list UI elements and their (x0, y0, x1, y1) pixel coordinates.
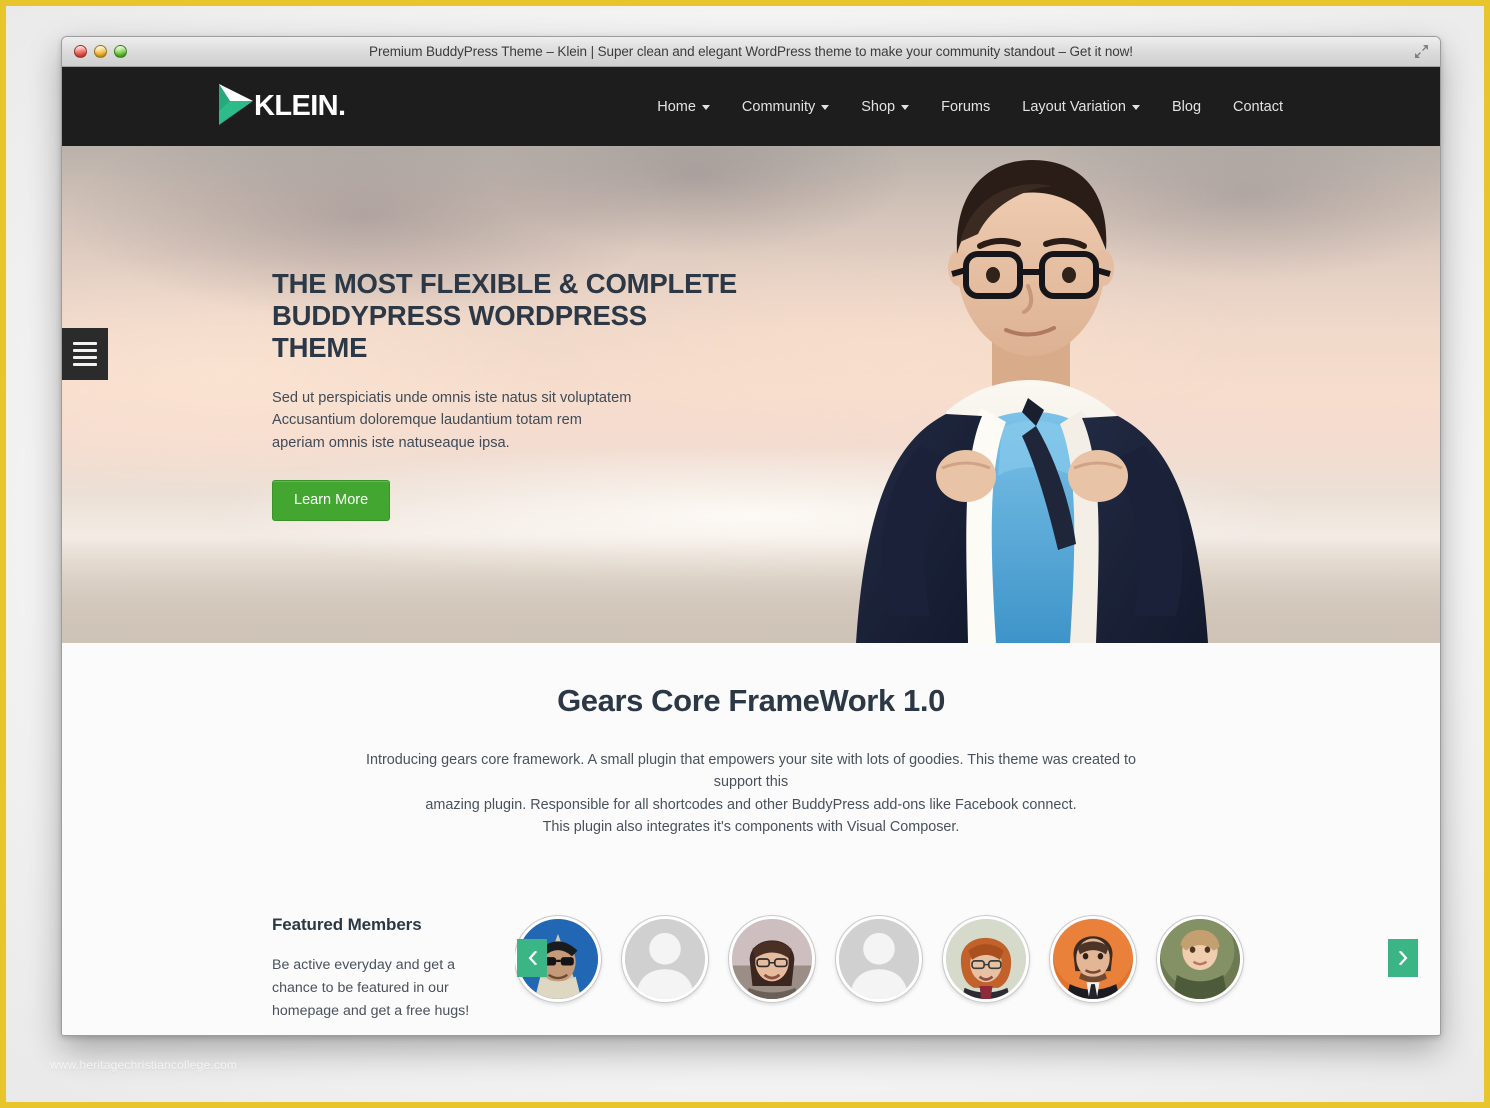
gears-description-line: Introducing gears core framework. A smal… (365, 752, 1136, 791)
watermark: www.heritagechristiancollege.com (50, 1058, 238, 1072)
nav-item-forums[interactable]: Forums (925, 89, 1006, 125)
gears-section: Gears Core FrameWork 1.0 Introducing gea… (62, 643, 1440, 845)
avatar-row (515, 907, 1430, 1011)
nav-item-layout-variation[interactable]: Layout Variation (1006, 89, 1156, 125)
hero-title: THE MOST FLEXIBLE & COMPLETE BUDDYPRESS … (272, 268, 742, 365)
nav-item-label: Forums (941, 98, 991, 115)
chevron-down-icon (901, 105, 910, 110)
nav-item-label: Community (741, 98, 816, 115)
nav-item-blog[interactable]: Blog (1156, 89, 1217, 125)
hamburger-bar (73, 363, 97, 366)
members-carousel (515, 907, 1430, 1011)
page-background: Premium BuddyPress Theme – Klein | Super… (6, 6, 1484, 1102)
chevron-left-icon[interactable] (517, 938, 547, 977)
window-controls (74, 45, 127, 58)
hero-title-line2: BUDDYPRESS WORDPRESS THEME (272, 300, 647, 364)
gears-title: Gears Core FrameWork 1.0 (557, 683, 945, 718)
site-logo[interactable]: KLEIN. (217, 81, 346, 132)
site-header: KLEIN. Home Community Shop Forums Layout… (62, 67, 1440, 146)
fullscreen-icon[interactable] (1411, 42, 1431, 62)
hamburger-bar (73, 356, 97, 359)
member-avatar-7[interactable] (1157, 915, 1243, 1002)
brand-text: KLEIN. (254, 90, 346, 122)
nav-item-community[interactable]: Community (726, 89, 845, 125)
hero-subtitle: Sed ut perspiciatis unde omnis iste natu… (272, 389, 632, 451)
hamburger-icon[interactable] (62, 328, 108, 380)
members-description: Be active everyday and get a chance to b… (272, 956, 470, 1019)
member-avatar-5[interactable] (943, 915, 1029, 1002)
minimize-button[interactable] (94, 45, 107, 58)
nav-item-label: Home (657, 98, 696, 115)
member-avatar-4[interactable] (836, 915, 922, 1002)
gears-description-line: amazing plugin. Responsible for all shor… (425, 796, 1077, 813)
members-intro: Featured Members Be active everyday and … (272, 907, 497, 1023)
nav-item-label: Layout Variation (1022, 98, 1126, 115)
gears-description: Introducing gears core framework. A smal… (341, 749, 1161, 839)
member-avatar-6[interactable] (1050, 915, 1136, 1002)
hero-title-line1: THE MOST FLEXIBLE & COMPLETE (272, 268, 737, 299)
chevron-down-icon (821, 105, 830, 110)
page-frame: Premium BuddyPress Theme – Klein | Super… (0, 0, 1490, 1108)
nav-item-label: Shop (861, 98, 896, 115)
nav-item-contact[interactable]: Contact (1217, 89, 1283, 125)
nav-item-label: Contact (1233, 98, 1283, 115)
window-titlebar: Premium BuddyPress Theme – Klein | Super… (62, 37, 1440, 67)
member-avatar-2[interactable] (622, 915, 708, 1002)
hero-image (770, 146, 1290, 643)
maximize-button[interactable] (114, 45, 127, 58)
nav-item-home[interactable]: Home (641, 89, 726, 125)
chevron-down-icon (701, 105, 710, 110)
hero-section: THE MOST FLEXIBLE & COMPLETE BUDDYPRESS … (62, 146, 1440, 643)
close-button[interactable] (74, 45, 87, 58)
browser-window: Premium BuddyPress Theme – Klein | Super… (61, 36, 1441, 1036)
window-title: Premium BuddyPress Theme – Klein | Super… (369, 44, 1133, 59)
members-heading: Featured Members (272, 914, 422, 934)
chevron-right-icon[interactable] (1388, 938, 1418, 977)
main-navigation: Home Community Shop Forums Layout Variat… (641, 89, 1283, 125)
member-avatar-3[interactable] (729, 915, 815, 1002)
gears-description-line: This plugin also integrates it's compone… (542, 819, 960, 836)
nav-item-shop[interactable]: Shop (845, 89, 925, 125)
hamburger-bar (73, 342, 97, 345)
hamburger-bar (73, 349, 97, 352)
nav-item-label: Blog (1171, 98, 1202, 115)
hero-content: THE MOST FLEXIBLE & COMPLETE BUDDYPRESS … (272, 268, 742, 522)
chevron-down-icon (1131, 105, 1140, 110)
featured-members-section: Featured Members Be active everyday and … (62, 844, 1440, 1035)
klein-arrow-logo-icon (217, 81, 255, 132)
learn-more-button[interactable]: Learn More (272, 480, 391, 522)
